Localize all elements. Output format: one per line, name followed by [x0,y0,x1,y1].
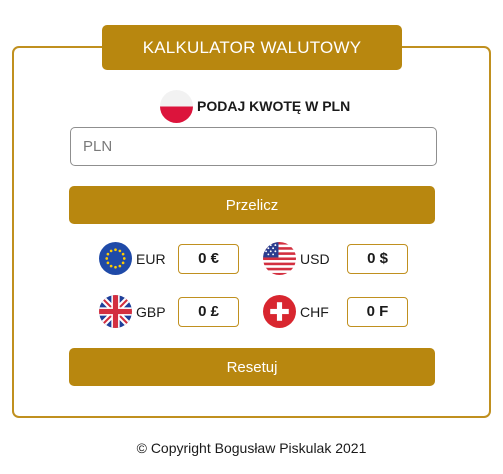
amount-prompt: PODAJ KWOTĘ W PLN [160,89,350,123]
currency-code-gbp: GBP [136,303,166,320]
currency-code-usd: USD [300,250,330,267]
uk-flag-icon [99,295,132,328]
reset-button[interactable]: Resetuj [69,348,435,386]
us-flag-icon [263,242,296,275]
gbp-result: 0 £ [178,296,239,327]
convert-button[interactable]: Przelicz [69,186,435,224]
currency-code-eur: EUR [136,250,166,267]
pln-amount-input[interactable] [70,127,437,166]
poland-flag-icon [160,89,193,123]
eu-flag-icon [99,242,132,275]
currency-chf: CHF 0 F [263,295,408,328]
currency-code-chf: CHF [300,303,329,320]
currency-usd: USD 0 $ [263,242,408,275]
currency-gbp: GBP 0 £ [99,295,239,328]
eur-result: 0 € [178,243,239,274]
calculator-title: KALKULATOR WALUTOWY [102,25,402,70]
copyright-footer: © Copyright Bogusław Piskulak 2021 [136,440,367,456]
calculator-title-text: KALKULATOR WALUTOWY [142,37,362,57]
chf-result: 0 F [347,296,408,327]
swiss-flag-icon [263,295,296,328]
usd-result: 0 $ [347,243,408,274]
amount-prompt-label: PODAJ KWOTĘ W PLN [197,98,351,114]
currency-eur: EUR 0 € [99,242,239,275]
